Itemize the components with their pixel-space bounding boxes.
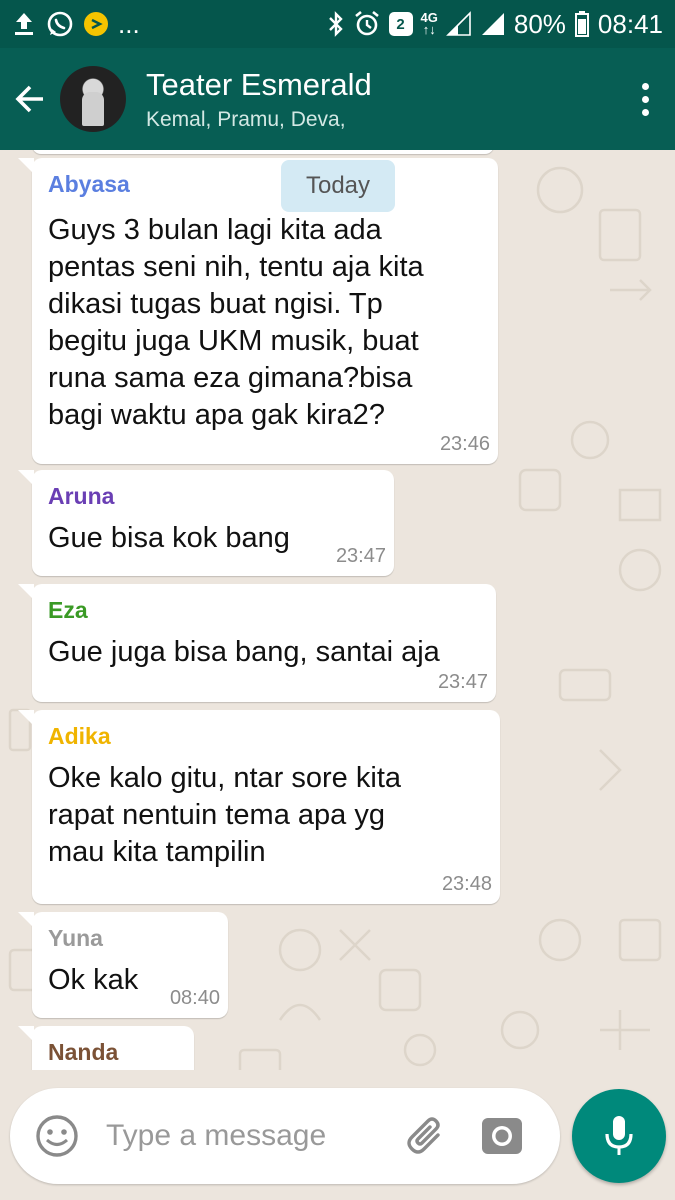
message-sender: Abyasa bbox=[48, 171, 130, 197]
play-badge-icon bbox=[84, 12, 108, 36]
signal-icon-2 bbox=[480, 11, 506, 37]
message-time: 23:46 bbox=[439, 433, 490, 455]
message-time: 23:47 bbox=[437, 671, 488, 693]
message-time: 08:40 bbox=[169, 987, 220, 1009]
message-sender: Yuna bbox=[48, 925, 103, 951]
message-bubble[interactable]: Abyasa Guys 3 bulan lagi kita ada pentas… bbox=[18, 158, 498, 464]
network-type: 4G ↑↓ bbox=[421, 11, 438, 37]
voice-record-button[interactable] bbox=[572, 1089, 666, 1183]
chat-members: Kemal, Pramu, Deva, bbox=[146, 108, 346, 131]
whatsapp-icon bbox=[46, 10, 74, 38]
message-input[interactable] bbox=[106, 1119, 396, 1153]
more-vert-icon-dot bbox=[641, 108, 649, 116]
date-chip: Today bbox=[281, 160, 395, 212]
more-vert-icon bbox=[641, 82, 649, 90]
chat-title-block[interactable]: Teater Esmerald Kemal, Pramu, Deva, bbox=[146, 66, 615, 132]
battery-icon bbox=[574, 10, 590, 38]
message-text: Oke kalo gitu, ntar sore kita rapat nent… bbox=[48, 762, 401, 868]
message-sender: Aruna bbox=[48, 483, 115, 509]
battery-percent: 80% bbox=[513, 8, 566, 39]
upload-icon bbox=[12, 11, 36, 37]
attachment-icon[interactable] bbox=[404, 1113, 450, 1159]
message-time: 23:48 bbox=[441, 873, 492, 895]
emoji-icon[interactable] bbox=[34, 1113, 80, 1159]
microphone-icon bbox=[605, 1116, 633, 1155]
sim2-icon: 2 bbox=[388, 12, 413, 36]
message-bubble[interactable]: Nanda bbox=[18, 1026, 194, 1070]
back-arrow-icon bbox=[15, 85, 43, 113]
status-bar: ... 2 4G ↑↓ 80% 08:41 bbox=[0, 0, 675, 48]
message-sender: Eza bbox=[48, 597, 88, 623]
more-vert-icon-dot bbox=[641, 95, 649, 103]
chat-header: Teater Esmerald Kemal, Pramu, Deva, bbox=[0, 48, 675, 150]
message-time: 23:47 bbox=[335, 545, 386, 567]
message-bubble[interactable]: Yuna Ok kak 08:40 bbox=[18, 912, 228, 1018]
back-button[interactable] bbox=[2, 48, 58, 150]
message-composer bbox=[10, 1088, 560, 1184]
message-text: Gue bisa kok bang bbox=[48, 522, 290, 554]
signal-icon bbox=[445, 11, 472, 37]
chat-title: Teater Esmerald bbox=[146, 67, 372, 102]
chat-area[interactable]: Abyasa Guys 3 bulan lagi kita ada pentas… bbox=[0, 150, 675, 1070]
camera-icon[interactable] bbox=[480, 1114, 524, 1158]
more-options-button[interactable] bbox=[615, 48, 675, 150]
alarm-icon bbox=[353, 10, 381, 38]
status-overflow-dots: ... bbox=[118, 8, 140, 39]
clock: 08:41 bbox=[597, 8, 663, 39]
message-bubble[interactable]: Adika Oke kalo gitu, ntar sore kita rapa… bbox=[18, 710, 500, 904]
message-text: Guys 3 bulan lagi kita ada pentas seni n… bbox=[48, 214, 424, 431]
message-bubble[interactable]: Eza Gue juga bisa bang, santai aja 23:47 bbox=[18, 584, 496, 702]
bluetooth-icon bbox=[327, 10, 345, 38]
group-avatar[interactable] bbox=[60, 66, 126, 132]
message-sender: Nanda bbox=[48, 1039, 119, 1065]
message-text: Gue juga bisa bang, santai aja bbox=[48, 636, 440, 668]
message-sender: Adika bbox=[48, 723, 111, 749]
message-bubble[interactable]: Aruna Gue bisa kok bang 23:47 bbox=[18, 470, 394, 576]
previous-message-edge bbox=[32, 150, 494, 154]
network-arrows: ↑↓ bbox=[422, 22, 436, 37]
